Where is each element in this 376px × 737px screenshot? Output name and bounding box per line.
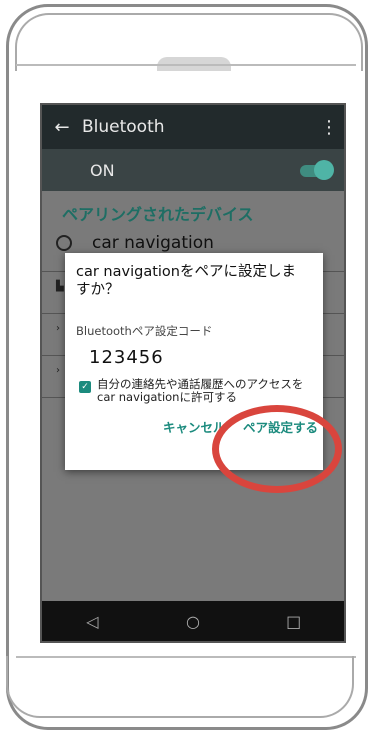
device-name: car navigation — [92, 233, 214, 253]
list-item-icon: ▙ — [56, 281, 64, 292]
back-arrow-icon[interactable]: ← — [42, 117, 82, 138]
contact-access-label: 自分の連絡先や通話履歴へのアクセスをcar navigationに許可する — [97, 377, 304, 404]
app-bar: ← Bluetooth ⋮ — [42, 105, 344, 149]
device-row[interactable]: car navigation — [56, 233, 214, 253]
device-icon — [56, 235, 72, 251]
bluetooth-state-label: ON — [90, 160, 115, 180]
list-item-icon: › — [56, 365, 60, 376]
list-item-icon: › — [56, 323, 60, 334]
bluetooth-toggle[interactable] — [300, 160, 334, 180]
contact-access-checkbox[interactable]: ✓ — [79, 381, 91, 393]
page-title: Bluetooth — [82, 117, 165, 137]
pairing-code: 123456 — [89, 347, 164, 368]
more-options-icon[interactable]: ⋮ — [314, 117, 344, 138]
nav-home-icon[interactable]: ○ — [173, 612, 213, 631]
dialog-title: car navigationをペアに設定しますか？ — [76, 264, 296, 298]
system-nav-bar: ◁ ○ □ — [42, 601, 344, 641]
paired-devices-header: ペアリングされたデバイス — [62, 205, 254, 224]
pairing-code-label: Bluetoothペア設定コード — [76, 324, 213, 338]
nav-back-icon[interactable]: ◁ — [72, 612, 112, 631]
highlight-circle — [212, 405, 342, 493]
nav-recents-icon[interactable]: □ — [274, 612, 314, 631]
bluetooth-toggle-row[interactable]: ON — [42, 149, 344, 191]
phone-bottom-bezel — [6, 656, 354, 718]
